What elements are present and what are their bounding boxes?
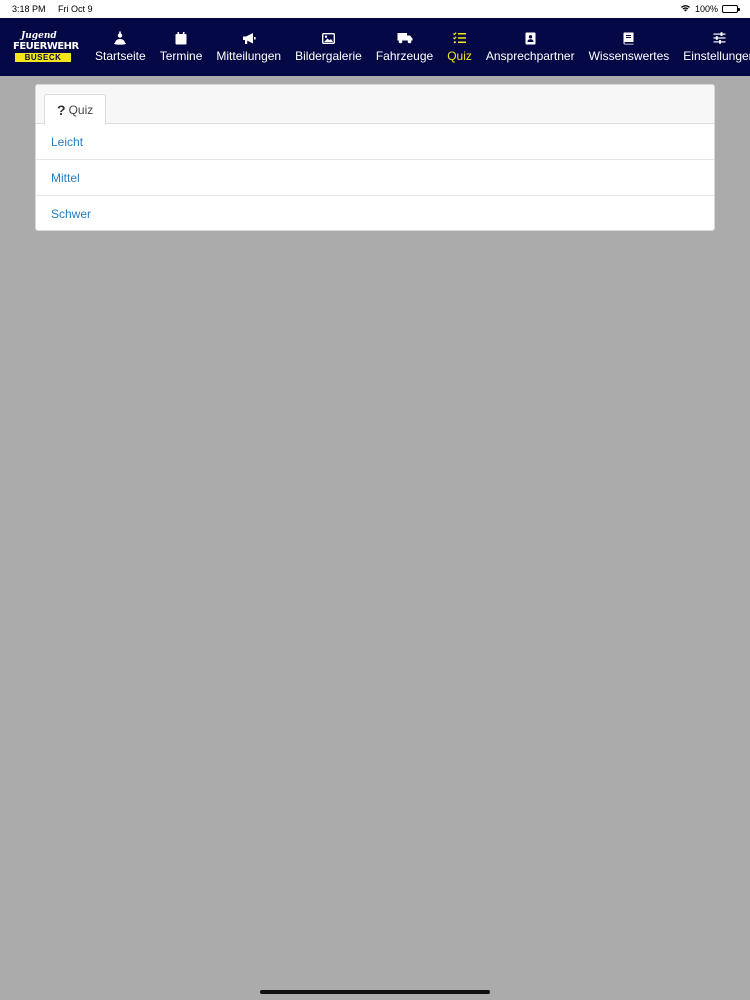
nav-item-wissenswertes[interactable]: Wissenswertes (582, 18, 677, 76)
nav-item-einstellungen[interactable]: Einstellungen (676, 18, 750, 76)
calendar-icon (175, 31, 187, 45)
nav-label: Quiz (447, 49, 472, 63)
checklist-icon (453, 31, 467, 45)
image-icon (321, 31, 335, 45)
nav-item-mitteilungen[interactable]: Mitteilungen (209, 18, 288, 76)
nav-label: Fahrzeuge (375, 49, 434, 63)
wifi-icon (680, 4, 691, 14)
nav-item-fahrzeuge[interactable]: Fahrzeuge (369, 18, 440, 76)
nav-label: Ansprechpartner (485, 49, 575, 63)
logo-line-buseck: BUSECK (15, 53, 71, 62)
book-icon (623, 31, 634, 45)
nav-items: Startseite Termine Mitteilungen Bilderga… (88, 18, 750, 76)
tab-label: Quiz (68, 103, 94, 117)
logo-line-jugend: Jugend (21, 31, 57, 41)
nav-label: Wissenswertes (588, 49, 670, 63)
quiz-level-leicht[interactable]: Leicht (36, 124, 714, 160)
nav-label: Bildergalerie (295, 49, 362, 63)
firefighter-icon (113, 31, 127, 45)
tab-quiz[interactable]: ? Quiz (44, 94, 107, 125)
logo-line-feuerwehr: FEUERWEHR (13, 41, 79, 52)
sliders-icon (713, 31, 726, 45)
contact-card-icon (525, 31, 536, 45)
battery-percent: 100% (694, 4, 718, 14)
nav-item-termine[interactable]: Termine (153, 18, 210, 76)
nav-label: Termine (159, 49, 203, 63)
status-right: 100% (680, 4, 740, 14)
status-date: Fri Oct 9 (58, 4, 93, 14)
quiz-card: ? Quiz Leicht Mittel Schwer (35, 84, 715, 231)
top-navbar: Jugend FEUERWEHR BUSECK Startseite Termi… (0, 18, 750, 76)
status-bar: 3:18 PM Fri Oct 9 100% (0, 0, 750, 18)
nav-label: Mitteilungen (216, 49, 282, 63)
battery-icon (722, 5, 740, 13)
nav-item-bildergalerie[interactable]: Bildergalerie (288, 18, 369, 76)
status-left: 3:18 PM Fri Oct 9 (12, 4, 103, 14)
question-icon: ? (57, 102, 66, 118)
status-time: 3:18 PM (12, 4, 46, 14)
quiz-level-schwer[interactable]: Schwer (36, 196, 714, 230)
nav-label: Startseite (95, 49, 146, 63)
nav-item-ansprechpartner[interactable]: Ansprechpartner (479, 18, 582, 76)
nav-item-startseite[interactable]: Startseite (88, 18, 153, 76)
truck-icon (397, 31, 413, 45)
nav-label: Einstellungen (683, 49, 750, 63)
jugendfeuerwehr-logo[interactable]: Jugend FEUERWEHR BUSECK (13, 31, 79, 63)
card-header: ? Quiz (36, 85, 714, 125)
quiz-level-mittel[interactable]: Mittel (36, 160, 714, 196)
megaphone-icon (242, 31, 256, 45)
home-indicator[interactable] (260, 990, 490, 994)
nav-item-quiz[interactable]: Quiz (440, 18, 479, 76)
